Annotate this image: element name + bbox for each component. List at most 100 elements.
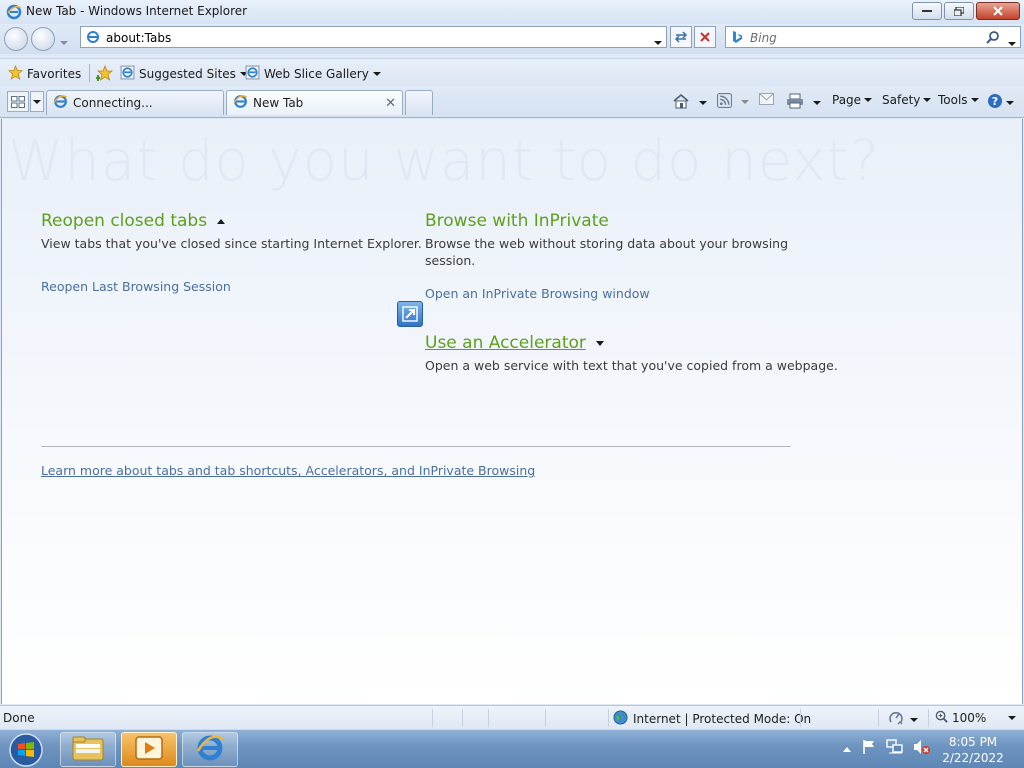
feeds-icon (717, 93, 732, 111)
search-box[interactable]: Bing (725, 26, 1021, 48)
ie-page-icon (233, 94, 248, 112)
status-divider (462, 709, 463, 727)
action-center-flag-icon[interactable] (861, 739, 877, 758)
web-slice-gallery-icon (245, 65, 260, 83)
safety-menu[interactable]: Safety (882, 93, 932, 107)
read-mail-button[interactable] (759, 93, 774, 108)
use-accelerator-heading[interactable]: Use an Accelerator (425, 333, 604, 353)
search-input[interactable]: Bing (750, 31, 777, 45)
stop-button[interactable] (694, 26, 716, 48)
reopen-heading-text: Reopen closed tabs (41, 211, 208, 231)
tab-list-dropdown-icon[interactable] (30, 91, 44, 112)
ie-page-icon (53, 94, 68, 112)
close-button[interactable] (976, 2, 1020, 20)
recent-pages-dropdown-icon[interactable] (60, 34, 68, 48)
suggested-sites-label: Suggested Sites (139, 67, 236, 81)
page-menu-label: Page (832, 93, 862, 107)
status-divider (488, 709, 489, 727)
bing-icon (731, 30, 743, 47)
tab-new-tab[interactable]: New Tab ✕ (226, 90, 403, 115)
network-icon[interactable] (886, 739, 904, 758)
popup-settings-button[interactable] (888, 710, 918, 729)
page-icon (86, 30, 100, 47)
internet-explorer-icon (195, 733, 225, 766)
address-dropdown-icon[interactable] (654, 34, 662, 48)
open-inprivate-link[interactable]: Open an InPrivate Browsing window (425, 286, 650, 301)
tab-label: Connecting... (73, 96, 153, 110)
back-button[interactable] (4, 27, 28, 51)
taskbar-ie-button[interactable] (182, 732, 238, 767)
reopen-closed-tabs-heading[interactable]: Reopen closed tabs (41, 211, 226, 231)
taskbar: 8:05 PM 2/22/2022 (0, 729, 1024, 768)
divider (41, 446, 791, 447)
accelerator-description: Open a web service with text that you've… (425, 358, 838, 373)
zoom-level: 100% (952, 711, 987, 725)
volume-muted-icon[interactable] (913, 739, 931, 758)
status-divider (608, 709, 609, 727)
media-player-icon (134, 735, 164, 764)
taskbar-media-player-button[interactable] (121, 732, 177, 767)
web-slice-gallery-button[interactable]: Web Slice Gallery (245, 65, 381, 83)
inprivate-description-line: Browse the web without storing data abou… (425, 236, 789, 251)
restore-button[interactable] (944, 2, 974, 20)
address-input[interactable]: about:Tabs (106, 31, 171, 45)
search-icon[interactable] (986, 30, 1000, 47)
status-divider (545, 709, 546, 727)
favorites-separator (89, 64, 90, 82)
print-button[interactable] (786, 93, 821, 112)
page-hero-title: What do you want to do next? (8, 129, 881, 194)
suggested-sites-button[interactable]: Suggested Sites (120, 65, 248, 83)
quick-tabs-button[interactable] (7, 91, 29, 112)
favorites-star-icon (7, 64, 24, 83)
inprivate-description-line: session. (425, 253, 476, 268)
collapse-chevron-icon (217, 218, 226, 224)
feeds-button[interactable] (717, 93, 749, 111)
window-title: New Tab - Windows Internet Explorer (26, 4, 248, 18)
status-bar: Done Internet | Protected Mode: On 100% (0, 705, 1024, 729)
popup-settings-dropdown-icon (910, 717, 918, 722)
home-button[interactable] (672, 93, 707, 112)
search-options-dropdown-icon[interactable] (1008, 35, 1016, 49)
suggested-sites-icon (120, 65, 135, 83)
inprivate-heading: Browse with InPrivate (425, 211, 609, 231)
help-button[interactable]: ? (987, 93, 1014, 112)
accelerator-icon (397, 301, 423, 327)
page-menu[interactable]: Page (832, 93, 873, 107)
status-divider (878, 709, 879, 727)
printer-icon (786, 93, 804, 112)
start-button[interactable] (4, 731, 48, 768)
web-slice-gallery-label: Web Slice Gallery (264, 67, 369, 81)
favorites-label: Favorites (27, 67, 82, 81)
clock[interactable]: 8:05 PM 2/22/2022 (940, 734, 1006, 766)
zoom-button[interactable]: 100% (935, 710, 1017, 726)
status-divider (432, 709, 433, 727)
svg-text:?: ? (992, 95, 998, 108)
close-tab-icon[interactable]: ✕ (385, 96, 396, 111)
show-hidden-icons-icon[interactable] (842, 742, 852, 756)
tab-connecting[interactable]: Connecting... (46, 90, 224, 115)
system-tray (842, 739, 931, 758)
expand-chevron-icon (595, 340, 604, 346)
tab-bar: Connecting... New Tab ✕ Page Safety Tool… (0, 86, 1024, 118)
reopen-last-session-link[interactable]: Reopen Last Browsing Session (41, 279, 231, 294)
forward-button[interactable] (31, 27, 55, 51)
learn-more-link[interactable]: Learn more about tabs and tab shortcuts,… (41, 463, 535, 478)
favorites-button[interactable]: Favorites (7, 64, 82, 83)
security-zone[interactable]: Internet | Protected Mode: On (613, 710, 811, 728)
new-tab-button[interactable] (405, 90, 433, 115)
home-dropdown-icon[interactable] (699, 100, 707, 105)
title-bar: New Tab - Windows Internet Explorer (0, 0, 1024, 24)
ie-icon (6, 4, 22, 23)
add-to-favorites-bar-button[interactable] (96, 64, 114, 84)
mail-icon (759, 93, 774, 108)
taskbar-explorer-button[interactable] (60, 732, 116, 767)
print-dropdown-icon[interactable] (813, 100, 821, 105)
feeds-dropdown-icon[interactable] (741, 100, 749, 104)
address-bar[interactable]: about:Tabs (80, 26, 667, 48)
globe-icon (613, 710, 628, 728)
help-icon: ? (987, 93, 1003, 112)
tab-label: New Tab (253, 96, 304, 110)
minimize-button[interactable] (912, 2, 942, 20)
tools-menu[interactable]: Tools (938, 93, 979, 107)
compatibility-view-button[interactable] (670, 26, 692, 48)
